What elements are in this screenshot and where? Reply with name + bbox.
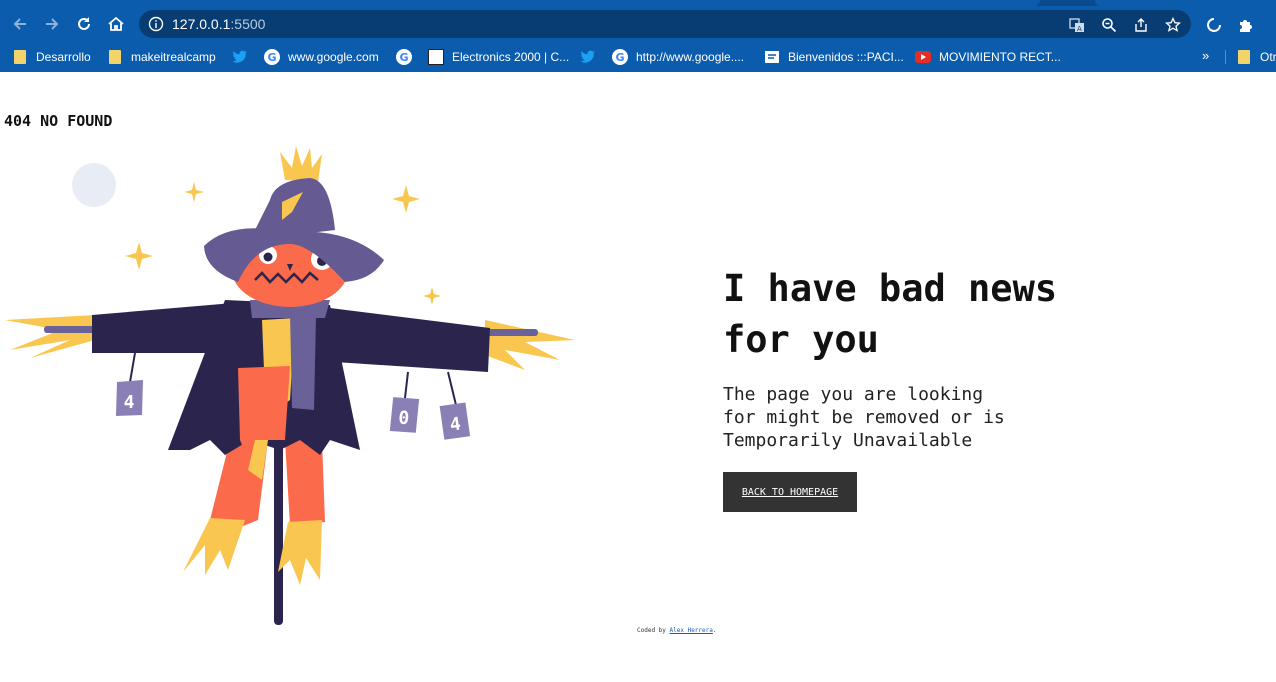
- bookmark-star-icon[interactable]: [1164, 16, 1182, 34]
- url-text[interactable]: 127.0.0.1:5500: [172, 15, 265, 33]
- headline: I have bad news for you: [723, 267, 1058, 361]
- twitter-icon: [232, 49, 248, 65]
- right-foot-straw: [278, 520, 322, 585]
- footer-prefix: Coded by: [637, 627, 670, 634]
- share-icon[interactable]: [1132, 16, 1150, 34]
- bookmark-google-com[interactable]: G www.google.com: [264, 48, 379, 66]
- page-title: 404 NO FOUND: [4, 112, 113, 130]
- bookmark-label: Electronics 2000 | C...: [452, 50, 570, 64]
- scarf-tail-shape: [290, 312, 316, 410]
- google-icon: G: [264, 49, 280, 65]
- author-link[interactable]: Alex Herrera: [670, 627, 713, 634]
- back-to-homepage-button[interactable]: BACK TO HOMEPAGE: [723, 472, 857, 512]
- svg-text:0: 0: [398, 408, 410, 430]
- bookmarks-divider: [1225, 50, 1226, 64]
- moon-shape: [72, 163, 116, 207]
- extensions-icon[interactable]: [1236, 15, 1256, 35]
- bookmark-label: www.google.com: [288, 50, 379, 64]
- electronics-site-icon: [428, 49, 444, 65]
- bookmark-desarrollo[interactable]: Desarrollo: [12, 48, 91, 66]
- scarecrow-illustration: 4 0 4: [5, 146, 575, 625]
- can-0: 0: [389, 397, 420, 433]
- bookmark-label: Desarrollo: [36, 50, 91, 64]
- home-icon[interactable]: [104, 12, 128, 36]
- site-icon: [764, 49, 780, 65]
- google-icon: G: [396, 49, 412, 65]
- footer-suffix: .: [712, 627, 717, 634]
- browser-toolbar: 127.0.0.1:5500 A: [0, 6, 1276, 42]
- google-icon: G: [612, 49, 628, 65]
- bookmark-label: makeitrealcamp: [131, 50, 216, 64]
- right-straw-shape: [485, 320, 575, 370]
- forward-icon[interactable]: [40, 12, 64, 36]
- bookmark-label: Bienvenidos :::PACI...: [788, 50, 904, 64]
- more-bookmarks-button[interactable]: »: [1202, 48, 1209, 64]
- bookmark-twitter-2[interactable]: [580, 48, 604, 66]
- site-info-icon[interactable]: [148, 16, 164, 32]
- sparkle-shape: [125, 242, 153, 270]
- svg-text:4: 4: [124, 392, 135, 413]
- bookmark-google-2[interactable]: G: [396, 48, 420, 66]
- translate-icon[interactable]: A: [1068, 16, 1086, 34]
- footer-credit: Coded by Alex Herrera.: [637, 627, 717, 635]
- folder-icon: [1236, 49, 1252, 65]
- youtube-icon: [915, 49, 931, 65]
- bookmark-makeitrealcamp[interactable]: makeitrealcamp: [107, 48, 216, 66]
- right-sleeve-shape: [330, 308, 490, 372]
- bookmark-label: Otr: [1260, 50, 1276, 64]
- address-bar[interactable]: 127.0.0.1:5500 A: [139, 10, 1191, 38]
- error-message: The page you are looking for might be re…: [723, 384, 1005, 451]
- bookmark-electronics-2000[interactable]: Electronics 2000 | C...: [428, 48, 569, 66]
- sparkle-shape: [423, 287, 441, 305]
- twitter-icon: [580, 49, 596, 65]
- folder-icon: [12, 49, 28, 65]
- bookmark-google-http[interactable]: G http://www.google....: [612, 48, 744, 66]
- bookmark-movimiento[interactable]: MOVIMIENTO RECT...: [915, 48, 1061, 66]
- left-straw-shape: [5, 315, 95, 358]
- bookmarks-bar: Desarrollo makeitrealcamp G www.google.c…: [0, 42, 1276, 72]
- bookmark-bienvenidos[interactable]: Bienvenidos :::PACI...: [764, 48, 904, 66]
- bookmark-other[interactable]: Otr: [1236, 48, 1276, 66]
- sync-icon[interactable]: [1204, 15, 1224, 35]
- bookmark-twitter-1[interactable]: [232, 48, 256, 66]
- back-icon[interactable]: [8, 12, 32, 36]
- bookmark-label: http://www.google....: [636, 50, 745, 64]
- zoom-icon[interactable]: [1100, 16, 1118, 34]
- url-host: 127.0.0.1: [172, 16, 231, 32]
- bookmark-label: MOVIMIENTO RECT...: [939, 50, 1061, 64]
- sparkle-shape: [184, 182, 204, 202]
- left-foot-straw: [183, 518, 245, 575]
- sparkle-shape: [392, 185, 420, 213]
- can-4-left: 4: [116, 380, 143, 416]
- svg-text:A: A: [1077, 25, 1082, 33]
- page-viewport: 404 NO FOUND 4 0 4 I have bad news for y…: [0, 72, 1276, 682]
- hat-straw-shape: [280, 146, 322, 182]
- pole-shape: [274, 420, 283, 625]
- can-4-right: 4: [439, 402, 471, 440]
- url-port: :5500: [230, 16, 266, 32]
- folder-icon: [107, 49, 123, 65]
- reload-icon[interactable]: [72, 12, 96, 36]
